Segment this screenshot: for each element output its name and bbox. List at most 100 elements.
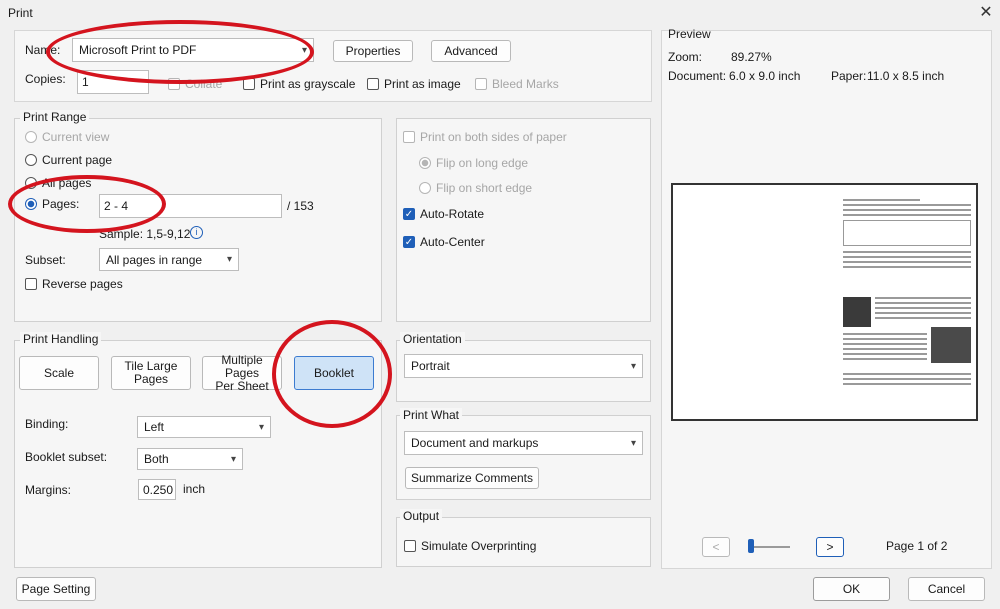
- flip-long-radio[interactable]: Flip on long edge: [419, 156, 528, 170]
- multiple-line2: Per Sheet: [215, 378, 269, 393]
- print-as-image-checkbox[interactable]: Print as image: [367, 77, 461, 91]
- document-size-label: Document:: [668, 69, 727, 83]
- preview-photo-2: [931, 327, 971, 363]
- collate-checkbox[interactable]: Collate: [168, 77, 222, 91]
- output-legend: Output: [400, 509, 443, 523]
- advanced-button[interactable]: Advanced: [431, 40, 511, 62]
- current-page-label: Current page: [42, 153, 113, 167]
- simulate-overprinting-checkbox[interactable]: Simulate Overprinting: [404, 539, 536, 553]
- pages-label: Pages:: [42, 197, 80, 211]
- booklet-subset-select[interactable]: Both ▾: [137, 448, 243, 470]
- auto-center-box: ✓: [403, 236, 415, 248]
- zoom-label: Zoom:: [668, 50, 703, 64]
- margins-value: 0.250: [143, 482, 174, 497]
- margins-unit: inch: [183, 482, 206, 496]
- binding-label: Binding:: [25, 417, 69, 431]
- preview-page: [671, 183, 978, 421]
- bleed-marks-checkbox[interactable]: Bleed Marks: [475, 77, 559, 91]
- print-what-legend: Print What: [400, 408, 463, 422]
- current-view-dot: [25, 131, 37, 143]
- cancel-button[interactable]: Cancel: [908, 577, 985, 601]
- tile-large-pages-button[interactable]: Tile Large Pages: [111, 356, 191, 390]
- chevron-down-icon: ▾: [258, 421, 264, 433]
- ok-button[interactable]: OK: [813, 577, 890, 601]
- grayscale-checkbox[interactable]: Print as grayscale: [243, 77, 355, 91]
- paper-size-value: 11.0 x 8.5 inch: [867, 69, 945, 83]
- print-what-value: Document and markups: [411, 436, 539, 450]
- chevron-down-icon: ▾: [301, 44, 307, 56]
- margins-input[interactable]: 0.250: [138, 479, 176, 500]
- reverse-pages-box: [25, 278, 37, 290]
- properties-button[interactable]: Properties: [333, 40, 413, 62]
- close-icon[interactable]: ✕: [976, 3, 996, 23]
- auto-rotate-box: ✓: [403, 208, 415, 220]
- pages-input[interactable]: 2 - 4: [99, 194, 282, 218]
- subset-value: All pages in range: [106, 252, 203, 267]
- binding-select[interactable]: Left ▾: [137, 416, 271, 438]
- printer-name-value: Microsoft Print to PDF: [79, 43, 197, 57]
- grayscale-box: [243, 78, 255, 90]
- window-title: Print: [8, 6, 33, 20]
- simulate-overprinting-box: [404, 540, 416, 552]
- preview-text-block: [843, 199, 971, 271]
- print-as-image-label: Print as image: [384, 77, 461, 91]
- collate-label: Collate: [185, 77, 223, 91]
- pages-dot: [25, 198, 37, 210]
- chevron-down-icon: ▾: [226, 254, 232, 265]
- tile-line2: Pages: [133, 372, 169, 386]
- reverse-pages-label: Reverse pages: [42, 277, 123, 291]
- page-slider-track: [748, 546, 790, 548]
- reverse-pages-checkbox[interactable]: Reverse pages: [25, 277, 123, 291]
- auto-rotate-checkbox[interactable]: ✓ Auto-Rotate: [403, 207, 484, 221]
- chevron-down-icon: ▾: [630, 360, 636, 372]
- print-what-select[interactable]: Document and markups ▾: [404, 431, 643, 455]
- flip-long-label: Flip on long edge: [436, 156, 529, 170]
- auto-center-checkbox[interactable]: ✓ Auto-Center: [403, 235, 485, 249]
- page-setting-button[interactable]: Page Setting: [16, 577, 96, 601]
- current-page-radio[interactable]: Current page: [25, 153, 112, 167]
- all-pages-dot: [25, 177, 37, 189]
- chevron-down-icon: ▾: [230, 453, 236, 465]
- booklet-subset-value: Both: [144, 452, 169, 466]
- current-page-dot: [25, 154, 37, 166]
- auto-rotate-label: Auto-Rotate: [420, 207, 485, 221]
- bleed-marks-box: [475, 78, 487, 90]
- print-range-group: [14, 118, 382, 322]
- copies-field[interactable]: 1: [77, 70, 149, 94]
- orientation-select[interactable]: Portrait ▾: [404, 354, 643, 378]
- previous-page-button[interactable]: <: [702, 537, 730, 557]
- current-view-label: Current view: [42, 130, 110, 144]
- grayscale-label: Print as grayscale: [260, 77, 356, 91]
- current-view-radio[interactable]: Current view: [25, 130, 109, 144]
- auto-center-label: Auto-Center: [420, 235, 485, 249]
- preview-text-block-4: [843, 373, 971, 388]
- pages-radio[interactable]: Pages:: [25, 197, 79, 211]
- page-slider-thumb[interactable]: [748, 539, 754, 553]
- summarize-comments-button[interactable]: Summarize Comments: [405, 467, 539, 489]
- preview-text-block-2: [875, 297, 971, 322]
- all-pages-radio[interactable]: All pages: [25, 176, 91, 190]
- orientation-value: Portrait: [411, 359, 450, 373]
- copies-label: Copies:: [25, 72, 66, 86]
- both-sides-box: [403, 131, 415, 143]
- subset-select[interactable]: All pages in range ▾: [99, 248, 239, 271]
- info-icon[interactable]: i: [190, 226, 203, 239]
- preview-legend: Preview: [668, 27, 711, 41]
- flip-short-radio[interactable]: Flip on short edge: [419, 181, 532, 195]
- title-bar: [0, 0, 1000, 26]
- orientation-legend: Orientation: [400, 332, 465, 346]
- printer-name-select[interactable]: Microsoft Print to PDF ▾: [72, 38, 314, 62]
- zoom-value: 89.27%: [731, 50, 772, 64]
- both-sides-label: Print on both sides of paper: [420, 130, 567, 144]
- multiple-pages-button[interactable]: Multiple Pages Per Sheet: [202, 353, 282, 393]
- paper-size-label: Paper:: [831, 69, 867, 83]
- booklet-button[interactable]: Booklet: [294, 356, 374, 390]
- scale-button[interactable]: Scale: [19, 356, 99, 390]
- flip-short-label: Flip on short edge: [436, 181, 533, 195]
- preview-table: [843, 220, 971, 246]
- next-page-button[interactable]: >: [816, 537, 844, 557]
- document-size-value: 6.0 x 9.0 inch: [729, 69, 801, 83]
- booklet-subset-label: Booklet subset:: [25, 450, 108, 464]
- both-sides-checkbox[interactable]: Print on both sides of paper: [403, 130, 567, 144]
- bleed-marks-label: Bleed Marks: [492, 77, 559, 91]
